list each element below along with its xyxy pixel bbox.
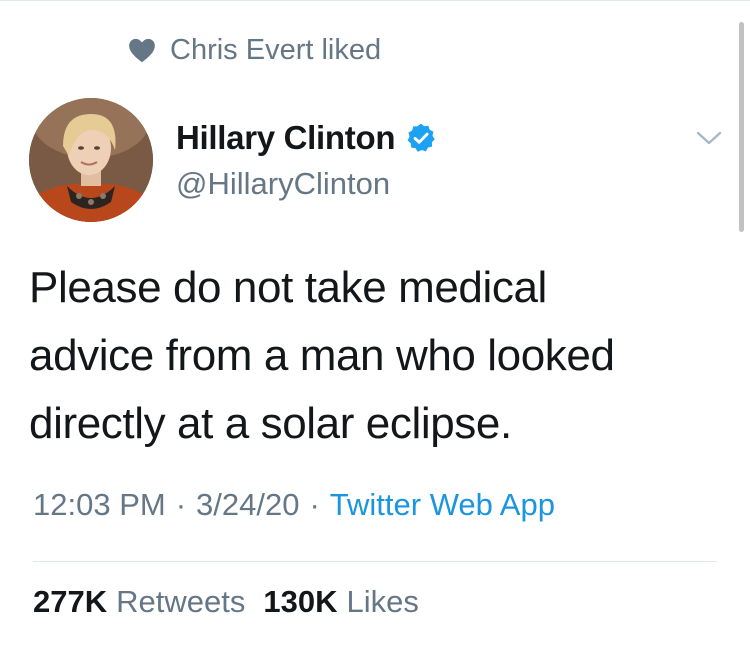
- author-handle[interactable]: @HillaryClinton: [176, 166, 437, 202]
- scrollbar[interactable]: [739, 22, 744, 232]
- tweet-text: Please do not take medical advice from a…: [29, 254, 719, 458]
- avatar-image: [29, 98, 153, 222]
- tweet-meta: 12:03 PM · 3/24/20 · Twitter Web App: [33, 487, 555, 523]
- author-name-row: Hillary Clinton: [176, 116, 437, 160]
- likes-count: 130K: [263, 584, 338, 619]
- social-context[interactable]: Chris Evert liked: [128, 30, 381, 70]
- avatar[interactable]: [29, 98, 153, 222]
- meta-separator: ·: [309, 487, 320, 522]
- author-display-name[interactable]: Hillary Clinton: [176, 119, 395, 157]
- tweet-text-line: advice from a man who looked: [29, 331, 615, 380]
- verified-badge-icon: [405, 122, 437, 154]
- likes-stat[interactable]: 130K Likes: [263, 584, 418, 620]
- top-divider: [0, 0, 750, 1]
- retweets-label: Retweets: [116, 584, 246, 619]
- social-context-text: Chris Evert liked: [170, 33, 382, 66]
- meta-separator: ·: [175, 487, 187, 522]
- heart-icon: [128, 37, 156, 63]
- tweet-stats: 277K Retweets 130K Likes: [33, 584, 419, 620]
- tweet-text-line: directly at a solar eclipse.: [29, 399, 512, 448]
- retweets-stat[interactable]: 277K Retweets: [33, 584, 245, 620]
- tweet-source-link[interactable]: Twitter Web App: [330, 487, 555, 523]
- author-block[interactable]: Hillary Clinton @HillaryClinton: [176, 116, 437, 202]
- likes-label: Likes: [346, 584, 419, 619]
- stats-divider: [33, 561, 717, 562]
- tweet-time[interactable]: 12:03 PM: [33, 487, 166, 523]
- chevron-down-icon[interactable]: [696, 128, 722, 148]
- retweets-count: 277K: [33, 584, 108, 619]
- tweet-text-line: Please do not take medical: [29, 263, 547, 312]
- tweet-date[interactable]: 3/24/20: [196, 487, 299, 523]
